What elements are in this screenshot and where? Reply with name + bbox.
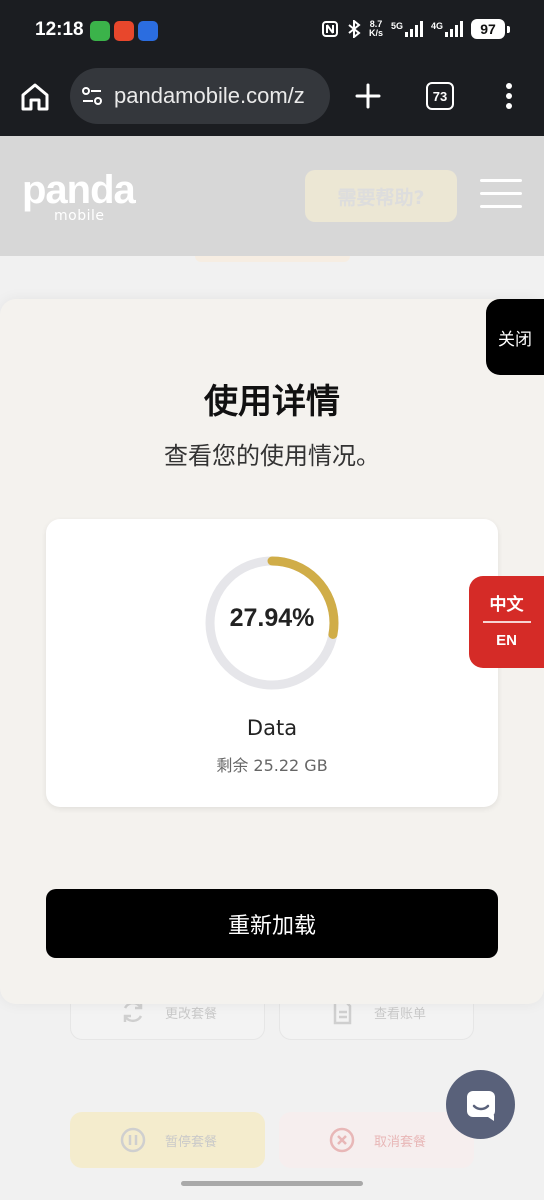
url-text[interactable]: pandamobile.com/z [114,83,319,109]
status-bar: 12:18 8.7 K/s 5G 4G 97 [0,0,544,62]
language-option-en[interactable]: EN [469,632,544,649]
app-notification-icon [114,21,134,41]
battery-tip [507,25,510,33]
usage-percent: 27.94% [229,604,315,632]
network-speed: 8.7 K/s [368,19,383,38]
site-settings-icon[interactable] [80,84,104,108]
chat-support-button[interactable] [446,1070,515,1139]
app-notification-icon [138,21,158,41]
cancel-icon [329,1127,355,1153]
chat-icon [466,1090,495,1121]
language-divider [483,621,531,623]
modal-subtitle: 查看您的使用情况。 [164,442,380,470]
remaining-data: 剩余 25.22 GB [216,756,328,775]
background-cancel-plan-button: 取消套餐 [279,1112,474,1168]
data-usage-card: 27.94% Data 剩余 25.22 GB [46,519,498,807]
usage-label: Data [246,716,298,740]
language-switcher: 中文 EN [469,576,544,668]
more-menu-icon[interactable] [500,82,518,110]
modal-title: 使用详情 [204,382,340,422]
home-icon[interactable] [18,80,52,114]
language-option-zh[interactable]: 中文 [469,590,544,615]
help-button[interactable]: 需要帮助? [305,170,457,222]
site-header: panda mobile 需要帮助? [0,136,544,256]
usage-details-modal: 使用详情 查看您的使用情况。 27.94% Data 剩余 25.22 GB 重… [0,299,544,1004]
signal-5g-icon: 5G [391,21,423,37]
hourglass-app-icon [90,21,110,41]
nfc-icon [321,21,338,37]
close-modal-button[interactable]: 关闭 [486,299,544,375]
browser-toolbar: pandamobile.com/z 73 [0,62,544,136]
background-strip [195,256,350,262]
background-pause-plan-button: 暂停套餐 [70,1112,265,1168]
hamburger-menu-icon[interactable] [480,179,522,209]
address-bar[interactable]: pandamobile.com/z [70,68,330,124]
battery-icon: 97 [471,19,505,39]
status-indicators: 8.7 K/s 5G 4G 97 [321,19,510,39]
panda-logo[interactable]: panda mobile [22,170,136,224]
bluetooth-icon [348,20,361,38]
pause-icon [120,1127,146,1153]
status-time: 12:18 [35,19,84,40]
reload-button[interactable]: 重新加载 [46,889,498,958]
gesture-home-indicator[interactable] [181,1181,363,1186]
tab-switcher-button[interactable]: 73 [426,82,454,110]
new-tab-icon[interactable] [354,82,382,110]
signal-4g-icon: 4G [431,21,463,37]
